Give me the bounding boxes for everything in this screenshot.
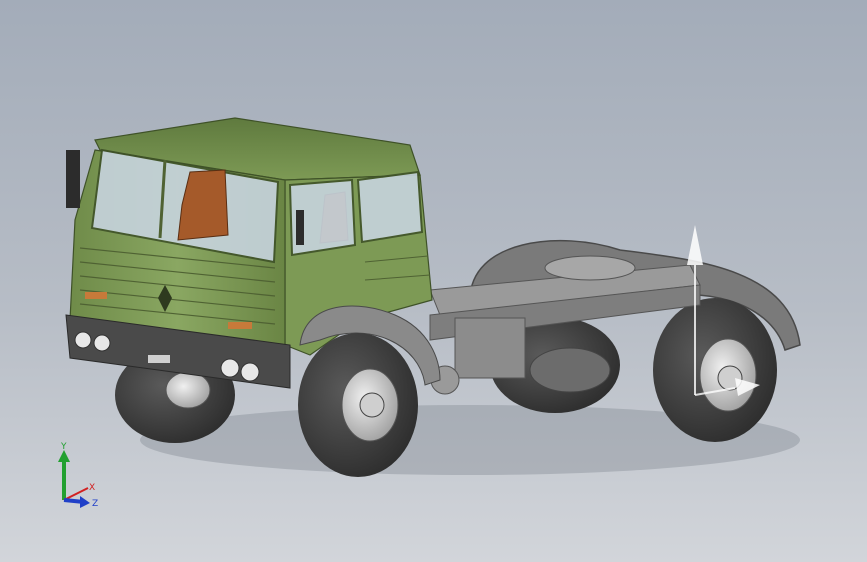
triad-x-label: X <box>89 483 95 493</box>
license-plate-mount <box>148 355 170 363</box>
front-left-hub <box>165 371 211 409</box>
triad-z-label: Z <box>92 499 98 509</box>
headlight-left-1 <box>74 331 92 349</box>
headlight-left-2 <box>93 334 111 352</box>
left-indicator <box>85 292 107 299</box>
truck-3d-model[interactable] <box>0 0 867 562</box>
fifth-wheel <box>544 255 636 281</box>
door-mirror <box>296 210 304 245</box>
view-triad-icon: Y X Z <box>58 442 98 509</box>
side-mirror <box>66 150 80 208</box>
headlight-right-2 <box>240 362 260 382</box>
right-indicator <box>228 322 252 329</box>
graphics-viewport[interactable]: Y X Z <box>0 0 867 562</box>
headlight-right-1 <box>220 358 240 378</box>
view-triad[interactable]: Y X Z <box>48 440 108 510</box>
fuel-tank <box>454 317 526 379</box>
triad-y-label: Y <box>60 442 67 452</box>
rear-side-window <box>356 170 424 244</box>
drive-axle-housing <box>529 347 611 393</box>
front-right-hub-center <box>359 392 385 418</box>
